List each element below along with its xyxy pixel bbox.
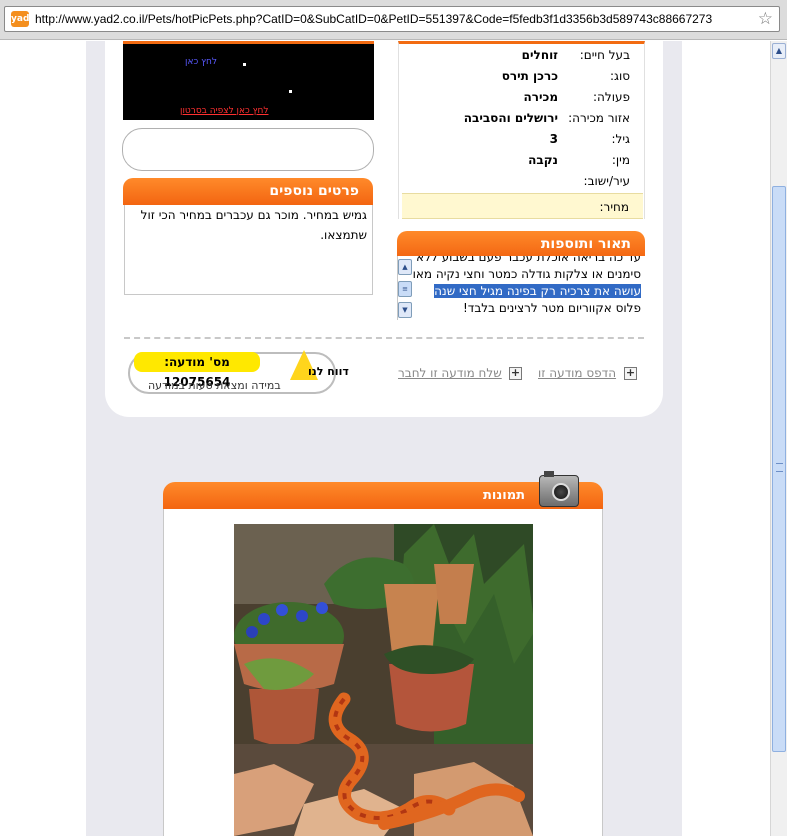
- details-label: בעל חיים:: [579, 48, 630, 62]
- details-value: ירושלים והסביבה: [463, 111, 558, 125]
- details-value: כרכן תירס: [501, 69, 558, 83]
- pictures-title: תמונות: [483, 488, 525, 503]
- description-header: תאור ותוספות: [397, 231, 645, 258]
- plus-icon[interactable]: +: [509, 367, 522, 380]
- details-row: עיר/ישוב:: [399, 174, 644, 194]
- empty-rounded-box: [122, 128, 374, 171]
- details-label: עיר/ישוב:: [583, 174, 630, 188]
- description-line: עושה את צרכיה רק בפינה מגיל חצי שנה: [413, 283, 641, 300]
- video-dot: [243, 63, 246, 66]
- scroll-up-icon[interactable]: ▲: [772, 43, 786, 59]
- details-row: גיל: 3: [399, 132, 644, 152]
- details-label: סוג:: [609, 69, 630, 83]
- details-row: אזור מכירה: ירושלים והסביבה: [399, 111, 644, 131]
- video-box[interactable]: לחץ כאן לחץ כאן לצפיה בסרטון: [123, 41, 374, 120]
- description-line: עד כה בריאה אוכלת עכבר פעם בשבוע ללא: [416, 256, 641, 264]
- price-row: מחיר:: [402, 193, 643, 219]
- description-selected-text: עושה את צרכיה רק בפינה מגיל חצי שנה: [434, 284, 641, 298]
- details-value: נקבה: [528, 153, 558, 167]
- extra-details-header: פרטים נוספים: [123, 178, 373, 205]
- plus-icon[interactable]: +: [624, 367, 637, 380]
- details-row: מין: נקבה: [399, 153, 644, 173]
- report-link[interactable]: דווח לנו: [308, 365, 349, 378]
- description-textarea[interactable]: עד כה בריאה אוכלת עכבר פעם בשבוע ללא סימ…: [397, 256, 645, 320]
- details-label: אזור מכירה:: [568, 111, 630, 125]
- price-label: מחיר:: [599, 200, 630, 214]
- details-label: פעולה:: [593, 90, 630, 104]
- video-dot: [289, 90, 292, 93]
- details-label: גיל:: [611, 132, 631, 146]
- ad-number: מס' מודעה: 12075654: [134, 352, 260, 389]
- url-text[interactable]: http://www.yad2.co.il/Pets/hotPicPets.ph…: [35, 12, 712, 26]
- pet-photo-illustration: [234, 524, 533, 836]
- details-value: זוחלים: [521, 48, 558, 62]
- address-bar[interactable]: yad http://www.yad2.co.il/Pets/hotPicPet…: [4, 6, 780, 32]
- report-subtext: במידה ומצאת טעות במודעה: [148, 379, 281, 392]
- details-value: 3: [549, 132, 558, 146]
- bookmark-star-icon[interactable]: ☆: [758, 9, 773, 29]
- grip-icon: [776, 463, 783, 472]
- yad2-icon: yad: [11, 11, 29, 27]
- divider: [124, 337, 644, 339]
- pet-photo[interactable]: [234, 524, 533, 836]
- scroll-thumb[interactable]: ≡: [398, 281, 412, 297]
- details-row: בעל חיים: זוחלים: [399, 48, 644, 68]
- camera-icon: [539, 471, 579, 507]
- description-scrollbar[interactable]: ▲ ≡ ▼: [397, 259, 413, 319]
- send-to-friend-link[interactable]: שלח מודעה זו לחבר: [398, 366, 502, 380]
- scroll-down-icon[interactable]: ▼: [398, 302, 412, 318]
- extra-details-text: גמיש במחיר. מוכר גם עכברים במחיר הכי זול…: [140, 208, 367, 242]
- pictures-header: תמונות: [163, 482, 603, 509]
- print-ad-link[interactable]: הדפס מודעה זו: [538, 366, 616, 380]
- details-row: סוג: כרכן תירס: [399, 69, 644, 89]
- video-link-top[interactable]: לחץ כאן: [185, 57, 217, 67]
- description-line: פלוס אקווריום מטר לרצינים בלבד!: [462, 301, 641, 315]
- scroll-up-icon[interactable]: ▲: [398, 259, 412, 275]
- description-line: סימנים או צלקות גודלה כמטר וחצי נקיה מאו…: [413, 267, 641, 281]
- page-scrollbar[interactable]: ▲: [770, 41, 787, 836]
- details-label: מין:: [611, 153, 630, 167]
- browser-toolbar: yad http://www.yad2.co.il/Pets/hotPicPet…: [0, 0, 787, 40]
- scrollbar-thumb[interactable]: [772, 186, 786, 752]
- video-link[interactable]: לחץ כאן לצפיה בסרטון: [180, 106, 269, 116]
- details-value: מכירה: [523, 90, 558, 104]
- details-row: פעולה: מכירה: [399, 90, 644, 110]
